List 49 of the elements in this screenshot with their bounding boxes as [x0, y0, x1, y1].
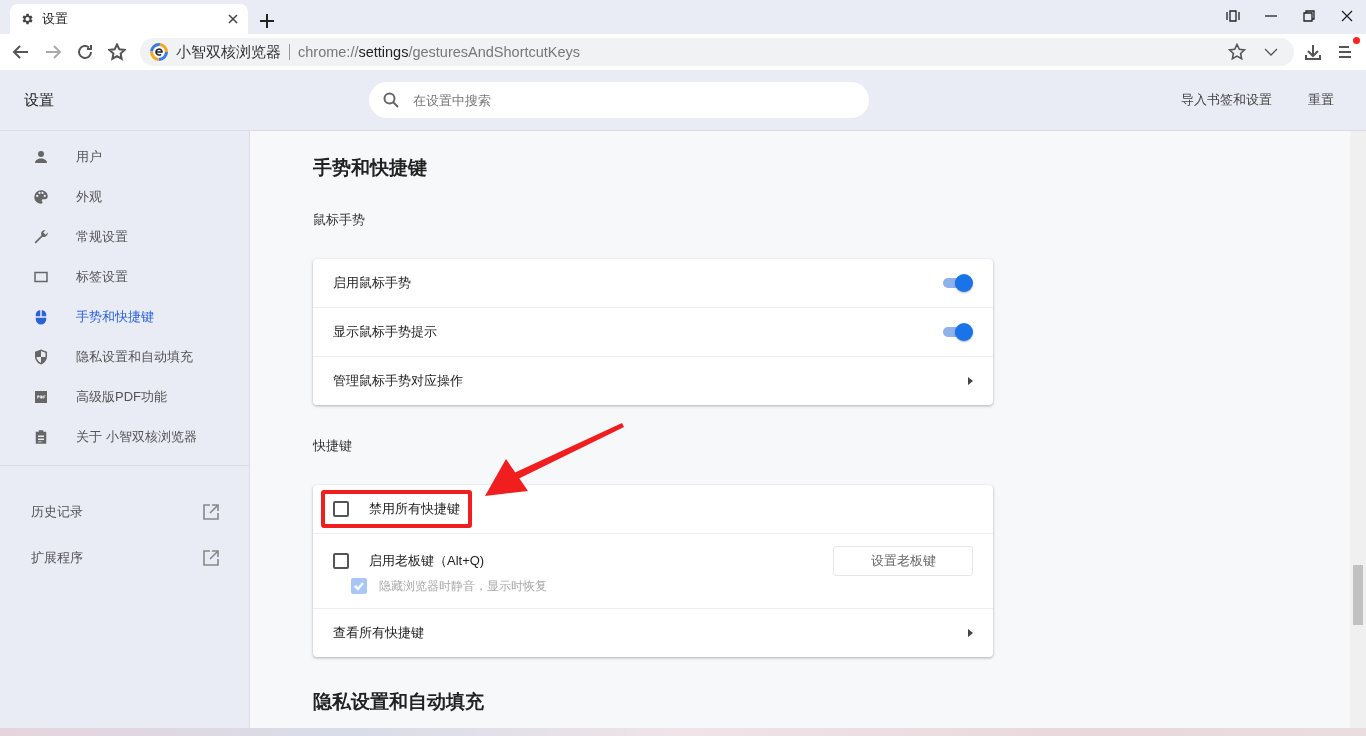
sidebar-link[interactable]: 扩展程序: [31, 549, 83, 567]
header-link[interactable]: 重置: [1308, 91, 1334, 109]
scrollbar[interactable]: [1350, 131, 1366, 728]
checkbox-label: 隐藏浏览器时静音，显示时恢复: [379, 578, 547, 594]
sidebar-icon: [32, 188, 50, 206]
group-title: 快捷键: [313, 437, 353, 455]
section-heading: 手势和快捷键: [313, 156, 428, 180]
sidebar-icon: [32, 228, 50, 246]
page-title: 设置: [23, 90, 55, 110]
section-heading: 隐私设置和自动填充: [313, 690, 485, 714]
setting-link[interactable]: 管理鼠标手势对应操作: [333, 372, 956, 390]
checkbox[interactable]: [333, 553, 349, 569]
new-tab-icon[interactable]: [260, 14, 274, 28]
checkbox[interactable]: [333, 501, 349, 517]
header-link[interactable]: 导入书签和设置: [1181, 91, 1272, 109]
tab-title: 设置: [42, 10, 69, 28]
settings-icon: [20, 12, 34, 26]
caret-icon: [968, 377, 973, 385]
sidebar-icon: [32, 148, 50, 166]
setting-label: 启用鼠标手势: [333, 274, 412, 292]
checkbox-label: 启用老板键（Alt+Q): [369, 552, 485, 570]
checkbox-label: 禁用所有快捷键: [369, 500, 460, 518]
caret-icon: [968, 629, 973, 637]
site-name: 小智双核浏览器: [176, 42, 281, 62]
external-link-icon: [203, 550, 219, 566]
group-title: 鼠标手势: [313, 211, 366, 229]
sidebar-icon: [32, 388, 50, 406]
sidebar-item[interactable]: 用户: [76, 148, 102, 166]
search-field[interactable]: 在设置中搜索: [369, 82, 869, 118]
sidebar-item[interactable]: 高级版PDF功能: [76, 388, 167, 406]
setting-link[interactable]: 查看所有快捷键: [333, 624, 956, 642]
browser-tab[interactable]: 设置: [10, 4, 248, 34]
toggle-switch[interactable]: [941, 322, 973, 342]
sidebar-item[interactable]: 手势和快捷键: [76, 308, 154, 326]
set-hotkey-button[interactable]: 设置老板键: [833, 546, 973, 576]
browser-logo-icon: [150, 43, 168, 61]
sidebar-item[interactable]: 关于 小智双核浏览器: [76, 428, 197, 446]
sidebar-item[interactable]: 常规设置: [76, 228, 128, 246]
url-text: chrome://settings/gesturesAndShortcutKeys: [298, 44, 582, 60]
address-bar[interactable]: 小智双核浏览器 chrome://settings/gesturesAndShortcutKeys: [140, 38, 1294, 66]
setting-label: 显示鼠标手势提示: [333, 323, 438, 341]
toggle-switch[interactable]: [941, 273, 973, 293]
sidebar-link[interactable]: 历史记录: [31, 503, 83, 521]
sidebar-item[interactable]: 外观: [76, 188, 102, 206]
sidebar-item[interactable]: 标签设置: [76, 268, 128, 286]
sidebar-icon: [32, 348, 50, 366]
sidebar-item[interactable]: 隐私设置和自动填充: [76, 348, 193, 366]
close-icon[interactable]: [228, 14, 238, 24]
external-link-icon: [203, 504, 219, 520]
